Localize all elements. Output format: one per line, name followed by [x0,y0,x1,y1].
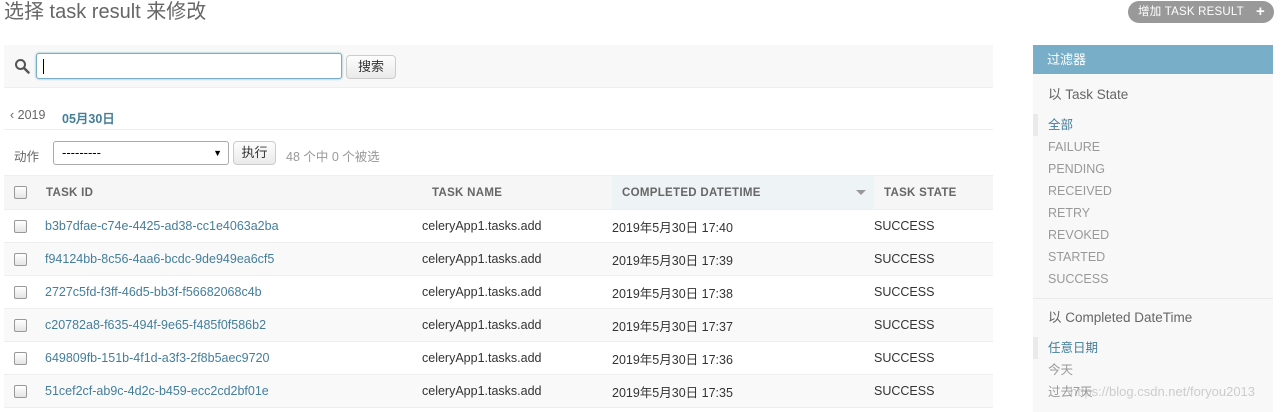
row-select-cell [4,374,36,408]
filter-title: 过滤器 [1033,45,1273,74]
task-id-link[interactable]: 649809fb-151b-4f1d-a3f3-2f8b5aec9720 [36,351,270,365]
table-row: 649809fb-151b-4f1d-a3f3-2f8b5aec9720 cel… [4,341,993,375]
task-id-cell: 649809fb-151b-4f1d-a3f3-2f8b5aec9720 [36,341,422,375]
row-checkbox[interactable] [14,352,27,366]
plus-icon: + [1256,3,1265,20]
filter-option-received[interactable]: RECEIVED [1033,180,1273,202]
action-select[interactable]: --------- ▼ [53,141,229,165]
row-select-cell [4,341,36,375]
table-row: b3b7dfae-c74e-4425-ad38-cc1e4063a2ba cel… [4,209,993,243]
task-id-link[interactable]: b3b7dfae-c74e-4425-ad38-cc1e4063a2ba [36,219,279,233]
search-toolbar: 搜索 [4,45,993,88]
task-id-cell: 51cef2cf-ab9c-4d2c-b459-ecc2cd2bf01e [36,374,422,408]
filter-option-revoked[interactable]: REVOKED [1033,224,1273,246]
task-state-cell: SUCCESS [874,209,993,243]
search-button[interactable]: 搜索 [346,55,396,79]
select-all-checkbox[interactable] [14,186,27,199]
header-label: TASK STATE [884,186,957,199]
search-input[interactable] [36,53,342,79]
completed-datetime-cell: 2019年5月30日 17:38 [612,275,874,309]
table-row: 2727c5fd-f3ff-46d5-bb3f-f56682068c4b cel… [4,275,993,309]
add-task-result-button[interactable]: 增加 TASK RESULT + [1128,1,1274,23]
task-id-link[interactable]: 51cef2cf-ab9c-4d2c-b459-ecc2cd2bf01e [36,384,269,398]
task-id-cell: 2727c5fd-f3ff-46d5-bb3f-f56682068c4b [36,275,422,309]
filter-option-today[interactable]: 今天 [1033,359,1273,381]
row-select-cell [4,242,36,276]
completed-datetime-cell: 2019年5月30日 17:35 [612,374,874,408]
table-row: c20782a8-f635-494f-9e65-f485f0f586b2 cel… [4,308,993,342]
task-state-cell: SUCCESS [874,275,993,309]
column-header-task-name[interactable]: TASK NAME [422,175,612,210]
run-action-button[interactable]: 执行 [233,141,276,165]
task-name-cell: celeryApp1.tasks.add [422,242,612,276]
task-state-cell: SUCCESS [874,341,993,375]
row-checkbox[interactable] [14,385,27,399]
row-checkbox[interactable] [14,319,27,333]
row-checkbox[interactable] [14,253,27,267]
date-current: 05月30日 [62,112,115,126]
filter-option-pending[interactable]: PENDING [1033,158,1273,180]
completed-datetime-cell: 2019年5月30日 17:36 [612,341,874,375]
date-back-link[interactable]: ‹ 2019 [10,108,45,122]
filter-option-failure[interactable]: FAILURE [1033,136,1273,158]
task-state-cell: SUCCESS [874,308,993,342]
filter-option-retry[interactable]: RETRY [1033,202,1273,224]
row-checkbox[interactable] [14,220,27,234]
task-id-link[interactable]: f94124bb-8c56-4aa6-bcdc-9de949ea6cf5 [36,252,274,266]
date-hierarchy: ‹ 2019 05月30日 [4,100,993,130]
page-title: 选择 task result 来修改 [4,1,207,23]
row-select-cell [4,308,36,342]
filter-option-success[interactable]: SUCCESS [1033,268,1273,290]
table-header-row: TASK ID TASK NAME COMPLETED DATETIME TAS… [4,175,993,210]
header-label: TASK ID [46,186,94,199]
filter-heading-task-state: 以 Task State [1048,87,1129,102]
selection-counter: 48 个中 0 个被选 [286,150,380,164]
task-id-link[interactable]: c20782a8-f635-494f-9e65-f485f0f586b2 [36,318,266,332]
table-row: f94124bb-8c56-4aa6-bcdc-9de949ea6cf5 cel… [4,242,993,276]
dropdown-arrow-icon: ▼ [213,148,222,158]
task-name-cell: celeryApp1.tasks.add [422,209,612,243]
watermark: https://blog.csdn.net/foryou2013 [1070,384,1256,399]
row-select-cell [4,275,36,309]
task-id-cell: b3b7dfae-c74e-4425-ad38-cc1e4063a2ba [36,209,422,243]
filter-list-task-state: 全部 FAILURE PENDING RECEIVED RETRY REVOKE… [1033,114,1273,290]
filter-option-all[interactable]: 全部 [1033,114,1273,136]
filter-sidebar: 过滤器 以 Task State 全部 FAILURE PENDING RECE… [1033,45,1273,412]
add-button-label: 增加 TASK RESULT [1138,6,1244,18]
action-select-value: --------- [62,145,101,160]
row-select-cell [4,209,36,243]
task-state-cell: SUCCESS [874,242,993,276]
task-name-cell: celeryApp1.tasks.add [422,308,612,342]
header-label: TASK NAME [432,186,503,199]
filter-option-started[interactable]: STARTED [1033,246,1273,268]
header-label: COMPLETED DATETIME [622,186,761,199]
task-name-cell: celeryApp1.tasks.add [422,374,612,408]
completed-datetime-cell: 2019年5月30日 17:39 [612,242,874,276]
task-state-cell: SUCCESS [874,374,993,408]
results-table: TASK ID TASK NAME COMPLETED DATETIME TAS… [4,175,993,408]
task-id-cell: c20782a8-f635-494f-9e65-f485f0f586b2 [36,308,422,342]
select-all-header [4,175,36,210]
completed-datetime-cell: 2019年5月30日 17:37 [612,308,874,342]
table-row: 51cef2cf-ab9c-4d2c-b459-ecc2cd2bf01e cel… [4,374,993,408]
filter-heading-completed-datetime: 以 Completed DateTime [1048,310,1193,325]
text-caret [43,59,44,74]
actions-label: 动作 [14,150,40,164]
column-header-completed-datetime[interactable]: COMPLETED DATETIME [612,175,874,210]
task-name-cell: celeryApp1.tasks.add [422,341,612,375]
column-header-task-id[interactable]: TASK ID [36,175,422,210]
task-id-cell: f94124bb-8c56-4aa6-bcdc-9de949ea6cf5 [36,242,422,276]
row-checkbox[interactable] [14,286,27,300]
task-name-cell: celeryApp1.tasks.add [422,275,612,309]
column-header-task-state[interactable]: TASK STATE [874,175,993,210]
sort-descending-icon[interactable] [856,190,866,195]
task-id-link[interactable]: 2727c5fd-f3ff-46d5-bb3f-f56682068c4b [36,285,262,299]
actions-bar: 动作 --------- ▼ 执行 48 个中 0 个被选 [4,131,993,175]
completed-datetime-cell: 2019年5月30日 17:40 [612,209,874,243]
filter-option-any-date[interactable]: 任意日期 [1033,337,1273,359]
search-icon [15,59,30,74]
